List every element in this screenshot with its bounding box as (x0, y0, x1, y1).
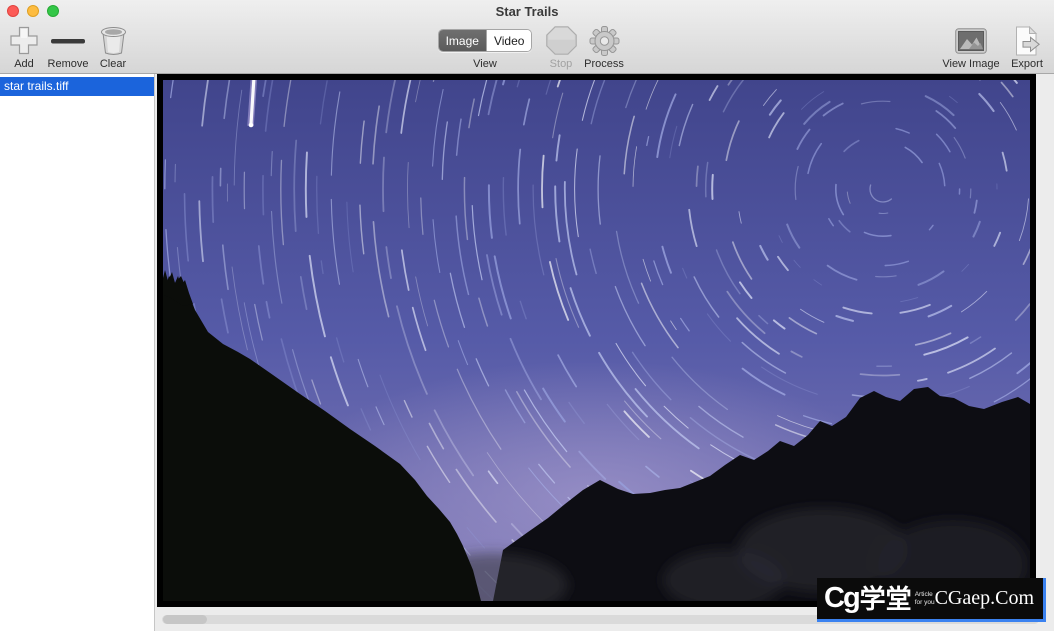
stop-button[interactable]: Stop (541, 22, 581, 70)
process-button[interactable]: Process (581, 22, 627, 70)
image-video-segment: Image Video (437, 29, 533, 52)
export-button[interactable]: Export (1005, 22, 1049, 70)
segment-video[interactable]: Video (485, 30, 532, 51)
gear-icon (589, 25, 620, 56)
titlebar-toolbar: Star Trails Add Remove Clear Image Video… (0, 0, 1054, 74)
clear-button[interactable]: Clear (92, 22, 134, 70)
picture-icon (955, 25, 987, 56)
app-window: Star Trails Add Remove Clear Image Video… (0, 0, 1054, 631)
view-segmented-control: Image Video View (437, 22, 533, 70)
watermark-banner: Cg 学堂 Article for you CGaep.Com (817, 578, 1046, 622)
sidebar-item-file[interactable]: star trails.tiff (0, 77, 154, 96)
window-title: Star Trails (495, 4, 559, 19)
segment-image[interactable]: Image (438, 30, 486, 51)
minus-icon (50, 25, 86, 56)
trash-icon (100, 25, 127, 56)
view-label: View (473, 58, 497, 70)
watermark-site: CGaep.Com (934, 587, 1034, 609)
watermark-tagline: Article for you (914, 590, 935, 606)
export-label: Export (1011, 58, 1043, 70)
remove-label: Remove (47, 58, 89, 70)
clear-label: Clear (99, 58, 127, 70)
add-label: Add (14, 58, 34, 70)
remove-button[interactable]: Remove (44, 22, 92, 70)
horizontal-scrollbar-thumb[interactable] (163, 615, 207, 624)
watermark-cjk-text: 学堂 (859, 583, 912, 614)
octagon-stop-icon (545, 25, 577, 56)
export-document-icon (1014, 25, 1041, 56)
watermark-logo: Cg (824, 582, 861, 614)
image-canvas-frame (157, 74, 1036, 607)
view-image-button[interactable]: View Image (939, 22, 1003, 70)
stop-label: Stop (549, 58, 573, 70)
file-name: star trails.tiff (4, 79, 69, 93)
add-button[interactable]: Add (4, 22, 44, 70)
view-image-label: View Image (942, 58, 1000, 70)
star-trails-photo (163, 80, 1030, 601)
file-list-sidebar: star trails.tiff (0, 74, 155, 631)
process-label: Process (584, 58, 624, 70)
plus-icon (9, 25, 39, 56)
